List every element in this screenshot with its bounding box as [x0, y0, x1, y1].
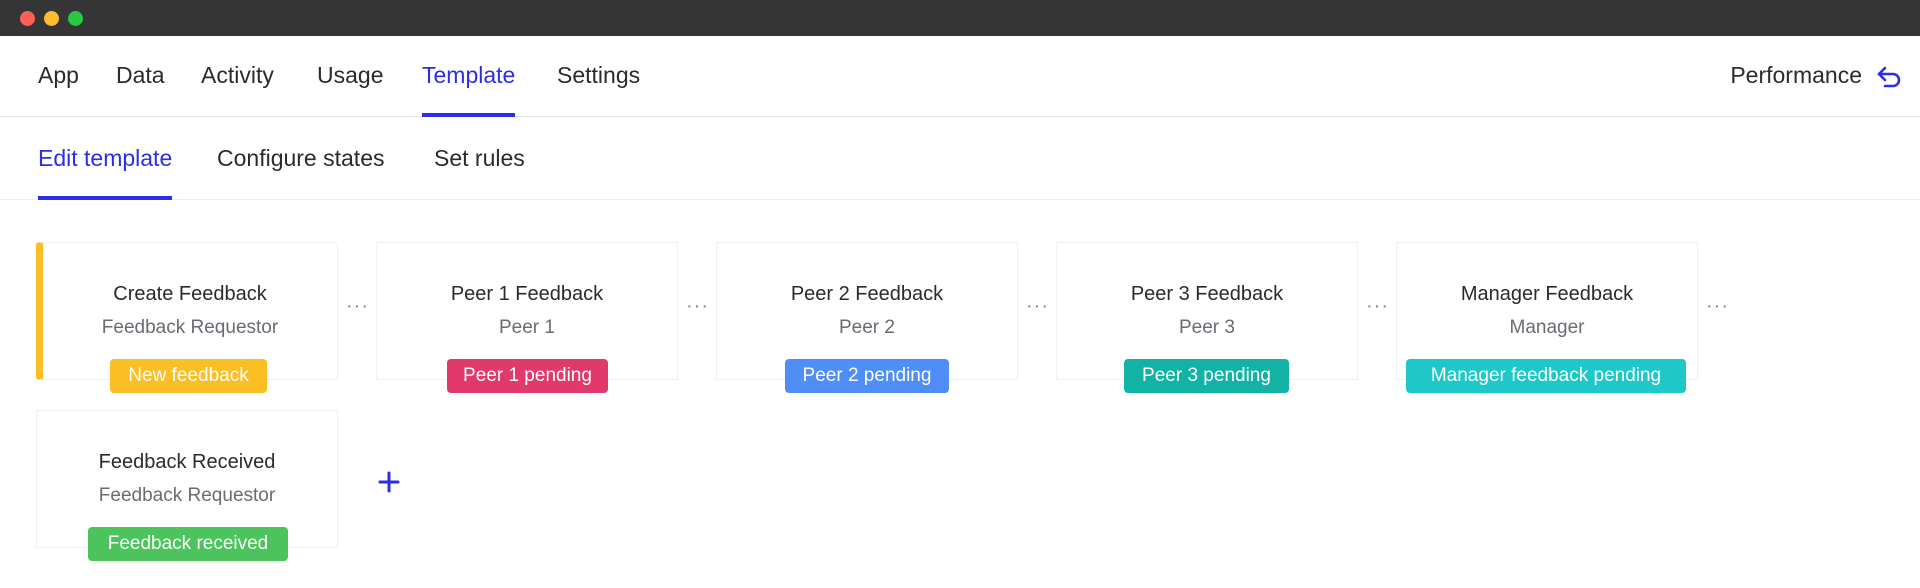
tab-configure-states[interactable]: Configure states	[217, 117, 384, 200]
tab-settings[interactable]: Settings	[557, 36, 640, 117]
state-badge-peer-2-pending[interactable]: Peer 2 pending	[785, 359, 949, 393]
tab-data[interactable]: Data	[116, 36, 165, 117]
top-nav: App Data Activity Usage Template Setting…	[0, 36, 1920, 117]
step-role: Feedback Requestor	[101, 317, 279, 338]
maximize-window-button[interactable]	[68, 11, 83, 26]
step-name: Create Feedback	[113, 283, 267, 305]
step-menu-button[interactable]: ···	[1366, 296, 1389, 316]
state-badge-peer-3-pending[interactable]: Peer 3 pending	[1124, 359, 1289, 393]
tab-activity[interactable]: Activity	[201, 36, 274, 117]
tab-edit-template[interactable]: Edit template	[38, 117, 173, 200]
state-badge-manager-feedback-pending[interactable]: Manager feedback pending	[1406, 359, 1686, 393]
performance-link[interactable]: Performance	[1730, 36, 1862, 117]
window-titlebar	[0, 0, 1920, 36]
state-badge-new-feedback[interactable]: New feedback	[110, 359, 267, 393]
undo-icon[interactable]	[1874, 62, 1904, 92]
state-badge-feedback-received[interactable]: Feedback received	[88, 527, 288, 561]
step-role: Feedback Requestor	[98, 485, 276, 506]
sub-nav: Edit template Configure states Set rules	[0, 117, 1920, 200]
step-menu-button[interactable]: ···	[686, 296, 709, 316]
step-name: Feedback Received	[98, 451, 276, 473]
tab-set-rules[interactable]: Set rules	[434, 117, 525, 200]
state-badge-peer-1-pending[interactable]: Peer 1 pending	[447, 359, 608, 393]
step-role: Peer 2	[839, 317, 895, 338]
step-name: Peer 1 Feedback	[450, 283, 604, 305]
step-name: Peer 2 Feedback	[790, 283, 944, 305]
step-menu-button[interactable]: ···	[1026, 296, 1049, 316]
tab-usage[interactable]: Usage	[317, 36, 383, 117]
minimize-window-button[interactable]	[44, 11, 59, 26]
step-name: Peer 3 Feedback	[1130, 283, 1284, 305]
plus-icon[interactable]	[377, 470, 401, 494]
step-role: Manager	[1509, 317, 1585, 338]
tab-app[interactable]: App	[38, 36, 79, 117]
tab-template[interactable]: Template	[422, 36, 516, 117]
step-name: Manager Feedback	[1460, 283, 1634, 305]
close-window-button[interactable]	[20, 11, 35, 26]
step-role: Peer 1	[499, 317, 555, 338]
step-menu-button[interactable]: ···	[346, 296, 369, 316]
step-menu-button[interactable]: ···	[1706, 296, 1729, 316]
step-role: Peer 3	[1179, 317, 1235, 338]
